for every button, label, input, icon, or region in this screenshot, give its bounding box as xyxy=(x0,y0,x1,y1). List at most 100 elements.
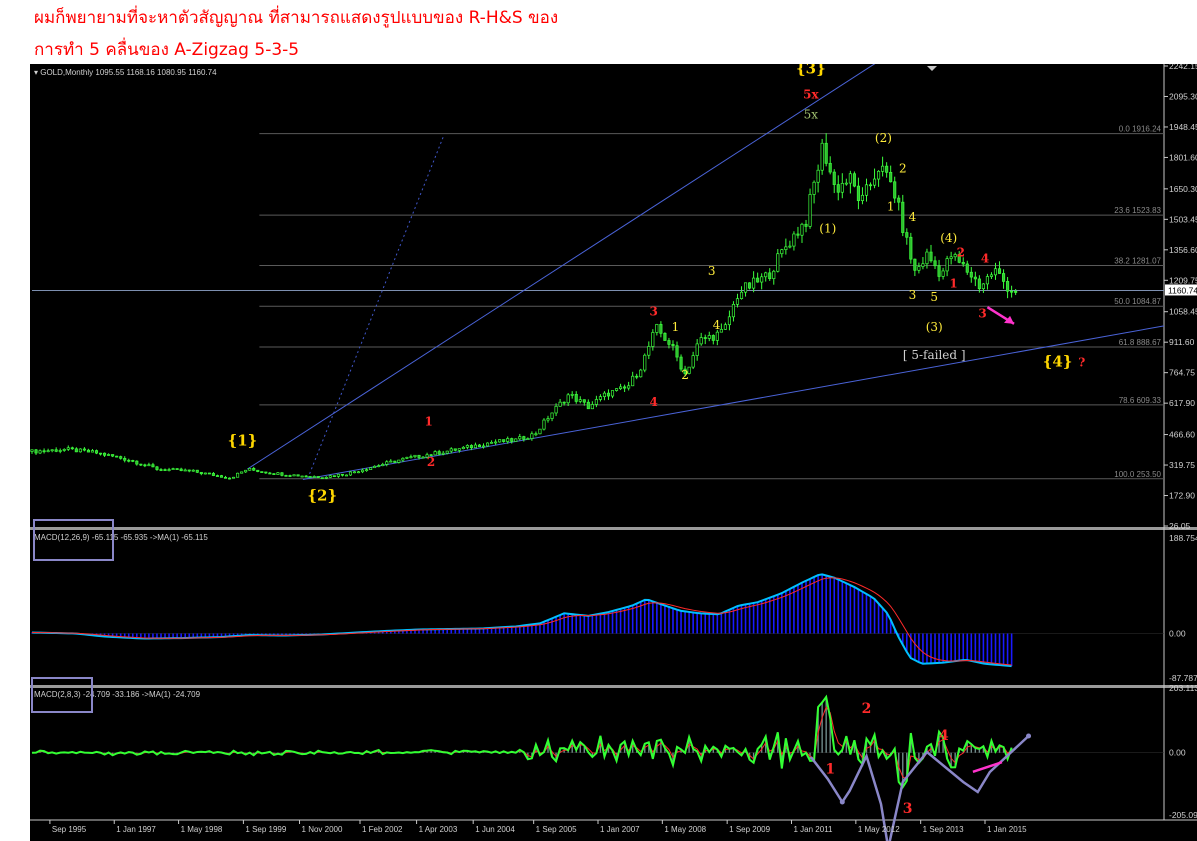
fibonacci-level-label: 23.6 1523.83 xyxy=(1114,206,1161,215)
candle-body xyxy=(723,324,727,330)
candle-body xyxy=(788,245,792,248)
price-tick-label: 1209.75 xyxy=(1169,275,1197,285)
candle-body xyxy=(1002,273,1006,282)
candle-body xyxy=(574,394,578,402)
candle-body xyxy=(606,392,611,397)
candle-body xyxy=(195,469,199,473)
fibonacci-level-label: 61.8 888.67 xyxy=(1119,338,1162,347)
candle-body xyxy=(731,303,736,318)
candle-body xyxy=(34,449,38,454)
candle-body xyxy=(985,276,989,285)
candle-body xyxy=(997,268,1002,274)
candle-body xyxy=(965,263,969,273)
candle-body xyxy=(739,291,744,300)
wave-label: (3) xyxy=(926,320,943,334)
price-tick-label: 764.75 xyxy=(1169,368,1195,378)
candle-body xyxy=(989,274,994,277)
candle-body xyxy=(816,169,820,183)
candle-body xyxy=(647,346,651,356)
candle-body xyxy=(320,477,324,480)
candle-body xyxy=(530,433,534,439)
macd2-axis-label: 0.00 xyxy=(1169,748,1186,758)
price-tick-label: 2095.30 xyxy=(1169,91,1197,101)
candle-body xyxy=(889,172,893,183)
candle-body xyxy=(90,450,95,453)
candle-body xyxy=(760,276,764,283)
candle-body xyxy=(187,469,191,472)
candle-body xyxy=(522,436,526,440)
candle-body xyxy=(127,459,131,462)
candle-body xyxy=(772,270,776,280)
candle-body xyxy=(82,448,86,451)
current-price-label: 1160.74 xyxy=(1168,285,1197,295)
candle-body xyxy=(1010,290,1014,293)
wave-label: {4} xyxy=(1043,352,1073,370)
candle-body xyxy=(868,184,873,187)
wave-label: 4 xyxy=(713,318,721,332)
candle-body xyxy=(312,476,316,478)
candle-body xyxy=(54,449,58,452)
candle-body xyxy=(856,185,860,202)
time-tick-label: 1 Sep 2013 xyxy=(923,825,964,834)
wave-label: 5x xyxy=(803,88,819,102)
candle-body xyxy=(881,165,885,172)
candle-body xyxy=(610,390,615,397)
candle-body xyxy=(768,272,772,280)
candle-body xyxy=(38,450,42,454)
macd1-axis-label: 0.00 xyxy=(1169,629,1186,639)
candle-body xyxy=(175,468,179,470)
candle-body xyxy=(50,449,54,452)
candle-body xyxy=(324,476,328,479)
candle-body xyxy=(248,468,252,471)
candle-body xyxy=(203,472,207,475)
candle-body xyxy=(941,270,945,277)
candle-body xyxy=(481,445,486,448)
candle-body xyxy=(550,412,554,419)
candle-body xyxy=(485,442,490,447)
wave-label: {1} xyxy=(228,431,258,449)
chart-canvas: 2242.15 2095.30 1948.45 1801.60 1650.30 1503.… xyxy=(30,64,1197,841)
candle-body xyxy=(336,473,340,477)
macd1-axis-label: -87.787 xyxy=(1169,673,1197,683)
candle-body xyxy=(445,450,449,454)
candle-body xyxy=(252,468,256,471)
candle-body xyxy=(199,471,203,475)
candle-body xyxy=(776,253,780,272)
candle-body xyxy=(1014,291,1018,293)
candle-body xyxy=(820,142,824,171)
wave-label: 3 xyxy=(978,307,986,321)
candle-body xyxy=(558,401,562,407)
price-tick-label: 617.90 xyxy=(1169,398,1195,408)
candle-body xyxy=(469,445,473,449)
candle-body xyxy=(852,173,856,187)
time-tick-label: 1 May 2008 xyxy=(664,825,706,834)
candle-body xyxy=(570,394,574,396)
candle-body xyxy=(897,197,901,203)
candle-body xyxy=(30,449,34,452)
wave-label: 3 xyxy=(909,288,917,302)
macd2-wave-label: 4 xyxy=(939,728,949,744)
candle-body xyxy=(276,472,280,475)
macd2-axis-label: -205.093 xyxy=(1169,810,1197,820)
candle-body xyxy=(421,456,425,459)
candle-body xyxy=(223,476,228,479)
candle-body xyxy=(752,277,756,289)
candle-body xyxy=(913,258,917,271)
price-tick-label: 1650.30 xyxy=(1169,184,1197,194)
candle-body xyxy=(699,337,703,345)
candle-body xyxy=(369,467,373,470)
candle-body xyxy=(232,476,236,479)
candle-body xyxy=(719,329,723,333)
candle-body xyxy=(365,469,369,471)
price-tick-label: 26.05 xyxy=(1169,521,1191,531)
candle-body xyxy=(473,444,477,449)
candle-body xyxy=(86,449,90,453)
candle-body xyxy=(905,232,909,238)
candle-body xyxy=(639,369,643,378)
candle-body xyxy=(498,439,502,443)
price-tick-label: 466.60 xyxy=(1169,430,1195,440)
price-tick-label: 1503.45 xyxy=(1169,214,1197,224)
candle-body xyxy=(756,277,760,283)
candle-body xyxy=(244,469,248,473)
candle-body xyxy=(973,276,977,280)
